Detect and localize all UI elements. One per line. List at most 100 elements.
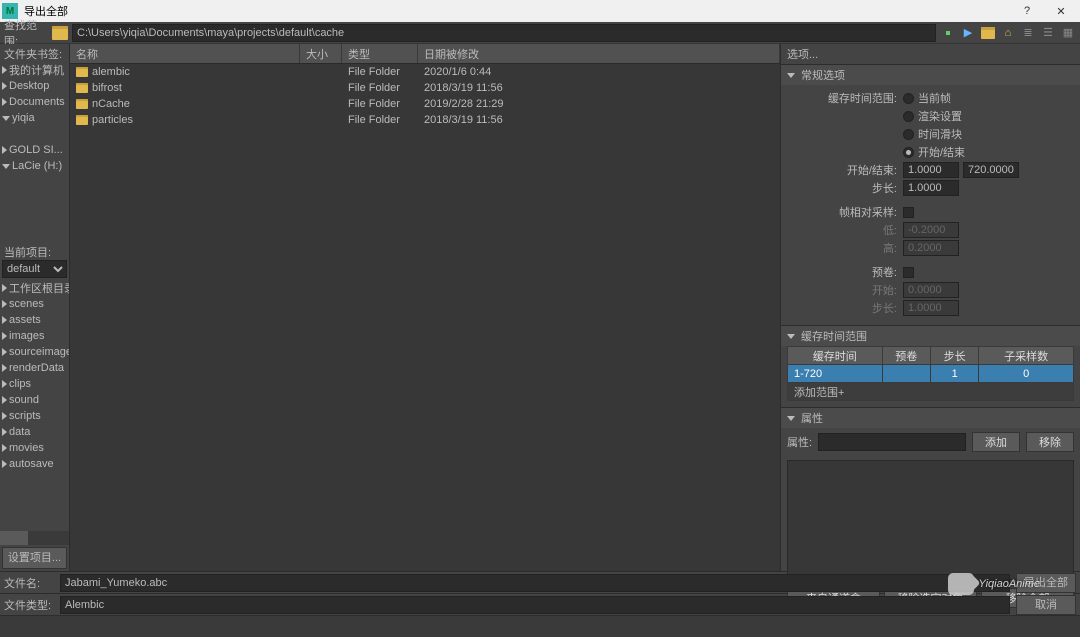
bookmark-item — [0, 126, 69, 142]
radio-slider[interactable] — [903, 129, 914, 140]
project-label: 当前项目: — [0, 242, 69, 260]
cache-range-add: 添加范围+ — [788, 383, 1074, 401]
filename-label: 文件名: — [4, 575, 54, 591]
folder-icon — [76, 99, 88, 109]
col-name[interactable]: 名称 — [70, 44, 300, 63]
window-title: 导出全部 — [24, 3, 1010, 19]
high-field: 0.2000 — [903, 240, 959, 256]
folder-icon — [76, 67, 88, 77]
attr-add-button[interactable]: 添加 — [972, 432, 1020, 452]
cancel-button[interactable]: 取消 — [1016, 595, 1076, 615]
range-label: 缓存时间范围: — [787, 90, 899, 106]
home-icon[interactable]: ⌂ — [1000, 25, 1016, 41]
col-size[interactable]: 大小 — [300, 44, 342, 63]
preroll-start-field: 0.0000 — [903, 282, 959, 298]
preroll-check[interactable] — [903, 267, 914, 278]
view-detail-icon[interactable]: ☰ — [1040, 25, 1056, 41]
options-panel: 选项... 常规选项 缓存时间范围:当前帧 渲染设置 时间滑块 开始/结束 开始… — [780, 44, 1080, 571]
new-folder-icon[interactable] — [980, 25, 996, 41]
section-general: 常规选项 缓存时间范围:当前帧 渲染设置 时间滑块 开始/结束 开始/结束:1.… — [781, 64, 1080, 325]
file-row: alembicFile Folder2020/1/6 0:44 — [70, 64, 780, 80]
project-combo[interactable]: default — [2, 260, 67, 278]
file-list[interactable]: alembicFile Folder2020/1/6 0:44 bifrostF… — [70, 64, 780, 571]
end-field[interactable]: 720.0000 — [963, 162, 1019, 178]
project-item: movies — [0, 440, 69, 456]
file-row: nCacheFile Folder2019/2/28 21:29 — [70, 96, 780, 112]
bookmark-item: Desktop — [0, 78, 69, 94]
options-header: 选项... — [781, 44, 1080, 64]
view-list-icon[interactable]: ≣ — [1020, 25, 1036, 41]
bookmark-item: Documents — [0, 94, 69, 110]
startend-label: 开始/结束: — [787, 162, 899, 178]
left-scrollbar[interactable] — [0, 531, 69, 545]
preroll-step-label: 步长: — [787, 300, 899, 316]
attr-field[interactable] — [818, 433, 966, 451]
bookmark-item: 我的计算机 — [0, 62, 69, 78]
file-header[interactable]: 名称 大小 类型 日期被修改 — [70, 44, 780, 64]
th-step: 步长 — [930, 347, 978, 365]
close-button[interactable]: ✕ — [1044, 0, 1078, 22]
radio-render[interactable] — [903, 111, 914, 122]
bookmark-item: LaCie (H:) — [0, 158, 69, 174]
filetype-label: 文件类型: — [4, 597, 54, 613]
th-cachetime: 缓存时间 — [788, 347, 883, 365]
watermark: YiqiaoAnime — [948, 573, 1040, 595]
project-item: sound — [0, 392, 69, 408]
project-item: data — [0, 424, 69, 440]
radio-current[interactable] — [903, 93, 914, 104]
step-field[interactable]: 1.0000 — [903, 180, 959, 196]
path-bar: 查找范围: C:\Users\yiqia\Documents\maya\proj… — [0, 22, 1080, 44]
project-tree[interactable]: 工作区根目录 scenes assets images sourceimages… — [0, 280, 69, 531]
high-label: 高: — [787, 240, 899, 256]
filename-field[interactable]: Jabami_Yumeko.abc — [60, 574, 1010, 592]
file-browser: 名称 大小 类型 日期被修改 alembicFile Folder2020/1/… — [70, 44, 780, 571]
set-project-button[interactable]: 设置项目... — [2, 547, 67, 569]
col-date[interactable]: 日期被修改 — [418, 44, 780, 63]
preroll-start-label: 开始: — [787, 282, 899, 298]
attr-list[interactable] — [787, 460, 1074, 580]
attr-remove-button[interactable]: 移除 — [1026, 432, 1074, 452]
project-item: clips — [0, 376, 69, 392]
filetype-field[interactable]: Alembic — [60, 596, 1010, 614]
folder-icon — [52, 26, 68, 40]
view-grid-icon[interactable]: ▦ — [1060, 25, 1076, 41]
project-item: assets — [0, 312, 69, 328]
start-field[interactable]: 1.0000 — [903, 162, 959, 178]
project-item: scripts — [0, 408, 69, 424]
project-item: autosave — [0, 456, 69, 472]
cache-range-table[interactable]: 缓存时间 预卷 步长 子采样数 1-720 1 0 添加范围+ — [787, 346, 1074, 401]
th-subsamples: 子采样数 — [979, 347, 1074, 365]
bookmark-item: GOLD SI... — [0, 142, 69, 158]
project-item: 工作区根目录 — [0, 280, 69, 296]
step-label: 步长: — [787, 180, 899, 196]
window-titlebar: M 导出全部 ? ✕ — [0, 0, 1080, 22]
radio-startend[interactable] — [903, 147, 914, 158]
framesample-check[interactable] — [903, 207, 914, 218]
bookmarks-label: 文件夹书签: — [0, 44, 69, 62]
filename-row: 文件名: Jabami_Yumeko.abc 导出全部 — [0, 571, 1080, 593]
folder-icon — [76, 115, 88, 125]
filetype-row: 文件类型: Alembic 取消 — [0, 593, 1080, 615]
project-item: images — [0, 328, 69, 344]
col-type[interactable]: 类型 — [342, 44, 418, 63]
attr-label: 属性: — [787, 434, 812, 450]
section-general-header[interactable]: 常规选项 — [781, 65, 1080, 85]
project-item: sourceimages — [0, 344, 69, 360]
wechat-icon — [948, 573, 974, 595]
preroll-label: 预卷: — [787, 264, 899, 280]
preroll-step-field: 1.0000 — [903, 300, 959, 316]
up-icon[interactable]: ▶ — [960, 25, 976, 41]
low-label: 低: — [787, 222, 899, 238]
left-panel: 文件夹书签: 我的计算机 Desktop Documents yiqia GOL… — [0, 44, 70, 571]
cache-range-row: 1-720 1 0 — [788, 365, 1074, 383]
statusbar — [0, 615, 1080, 637]
path-field[interactable]: C:\Users\yiqia\Documents\maya\projects\d… — [72, 24, 936, 42]
section-cache-range-header[interactable]: 缓存时间范围 — [781, 326, 1080, 346]
bookmarks-tree[interactable]: 我的计算机 Desktop Documents yiqia GOLD SI...… — [0, 62, 69, 242]
project-item: renderData — [0, 360, 69, 376]
section-attributes-header[interactable]: 属性 — [781, 408, 1080, 428]
refresh-icon[interactable] — [940, 25, 956, 41]
project-item: scenes — [0, 296, 69, 312]
help-button[interactable]: ? — [1010, 0, 1044, 22]
folder-icon — [76, 83, 88, 93]
